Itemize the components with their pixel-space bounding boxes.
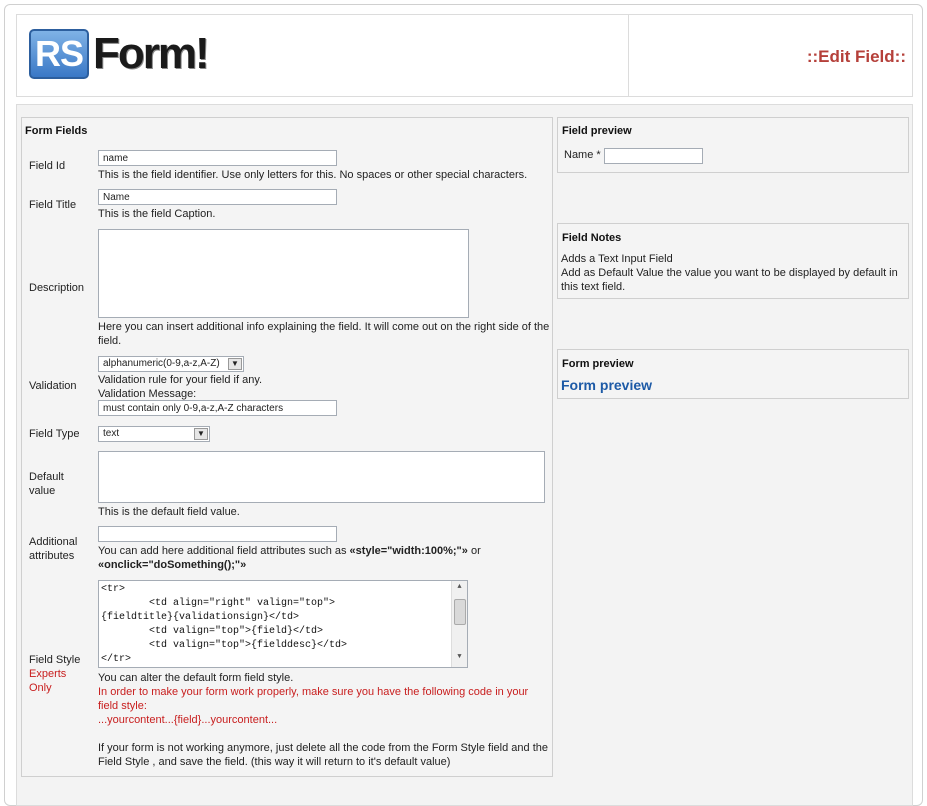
scroll-up-icon[interactable]: ▲ (452, 583, 467, 595)
field-title-input[interactable]: Name (98, 189, 337, 205)
scroll-down-icon[interactable]: ▼ (452, 653, 467, 665)
field-style-warning-code: ...yourcontent...{field}...yourcontent..… (98, 714, 278, 726)
validation-message-input[interactable]: must contain only 0-9,a-z,A-Z characters (98, 400, 337, 416)
validation-message-label: Validation Message: (98, 388, 197, 400)
description-textarea[interactable] (98, 229, 469, 318)
field-style-reset-2: Field Style , and save the field. (this … (98, 756, 451, 768)
additional-attributes-label-2: attributes (29, 550, 75, 562)
experts-only-label-2: Only (29, 682, 52, 694)
field-id-input[interactable]: name (98, 150, 337, 166)
header-divider (628, 15, 629, 96)
field-notes-title: Field Notes (562, 232, 622, 244)
description-help-1: Here you can insert additional info expl… (98, 321, 550, 333)
validation-select[interactable]: alphanumeric(0-9,a-z,A-Z) ▼ (98, 356, 244, 372)
additional-attributes-help-text: You can add here additional field attrib… (98, 545, 350, 557)
field-title-help: This is the field Caption. (98, 208, 216, 220)
field-preview-title: Field preview (562, 125, 632, 137)
field-style-reset-1: If your form is not working anymore, jus… (98, 742, 548, 754)
form-fields-title: Form Fields (25, 125, 88, 137)
scroll-thumb[interactable] (454, 599, 466, 625)
form-preview-link[interactable]: Form preview (561, 377, 652, 393)
chevron-down-icon: ▼ (228, 358, 242, 370)
validation-label: Validation (29, 380, 77, 392)
field-style-code-textarea[interactable]: <tr> <td align="right" valign="top"> {fi… (98, 580, 468, 668)
chevron-down-icon: ▼ (194, 428, 208, 440)
field-style-warning-1: In order to make your form work properly… (98, 686, 529, 698)
default-value-label-2: value (29, 485, 56, 497)
additional-attributes-input[interactable] (98, 526, 337, 542)
logo-form-text: Form! (93, 29, 210, 78)
field-type-select-value: text (103, 428, 120, 439)
field-style-code: <tr> <td align="right" valign="top"> {fi… (101, 584, 348, 665)
form-preview-title: Form preview (562, 358, 634, 370)
default-value-textarea[interactable] (98, 451, 545, 503)
field-type-select[interactable]: text ▼ (98, 426, 210, 442)
validation-select-value: alphanumeric(0-9,a-z,A-Z) (103, 358, 220, 369)
logo-rs-badge: RS (29, 29, 89, 79)
header: RS Form! ::Edit Field:: (16, 14, 913, 97)
additional-attributes-help: You can add here additional field attrib… (98, 544, 548, 572)
field-notes-line-2: Add as Default Value the value you want … (561, 267, 898, 279)
field-type-label: Field Type (29, 428, 80, 440)
additional-attributes-example-onclick: «onclick="doSomething();"» (98, 559, 247, 571)
rsform-logo: RS Form! (29, 27, 210, 81)
field-id-help: This is the field identifier. Use only l… (98, 169, 528, 181)
default-value-label-1: Default (29, 471, 64, 483)
additional-attributes-label-1: Additional (29, 536, 78, 548)
experts-only-label-1: Experts (29, 668, 67, 680)
field-style-label: Field Style (29, 654, 81, 666)
preview-name-input[interactable] (604, 148, 703, 164)
field-style-warning-2: field style: (98, 700, 147, 712)
additional-attributes-example-style: «style="width:100%;"» (349, 545, 468, 557)
description-label: Description (29, 282, 85, 294)
validation-help: Validation rule for your field if any. (98, 374, 263, 386)
code-scrollbar[interactable]: ▲ ▼ (451, 581, 467, 667)
additional-attributes-help-or: or (467, 545, 481, 557)
page-title: ::Edit Field:: (806, 47, 906, 66)
field-title-label: Field Title (29, 199, 77, 211)
field-notes-line-1: Adds a Text Input Field (561, 253, 673, 265)
default-value-help: This is the default field value. (98, 506, 240, 518)
description-help-2: field. (98, 335, 122, 347)
field-style-help: You can alter the default form field sty… (98, 672, 294, 684)
preview-name-label: Name * (564, 149, 601, 161)
field-notes-line-3: this text field. (561, 281, 626, 293)
field-id-label: Field Id (29, 160, 66, 172)
